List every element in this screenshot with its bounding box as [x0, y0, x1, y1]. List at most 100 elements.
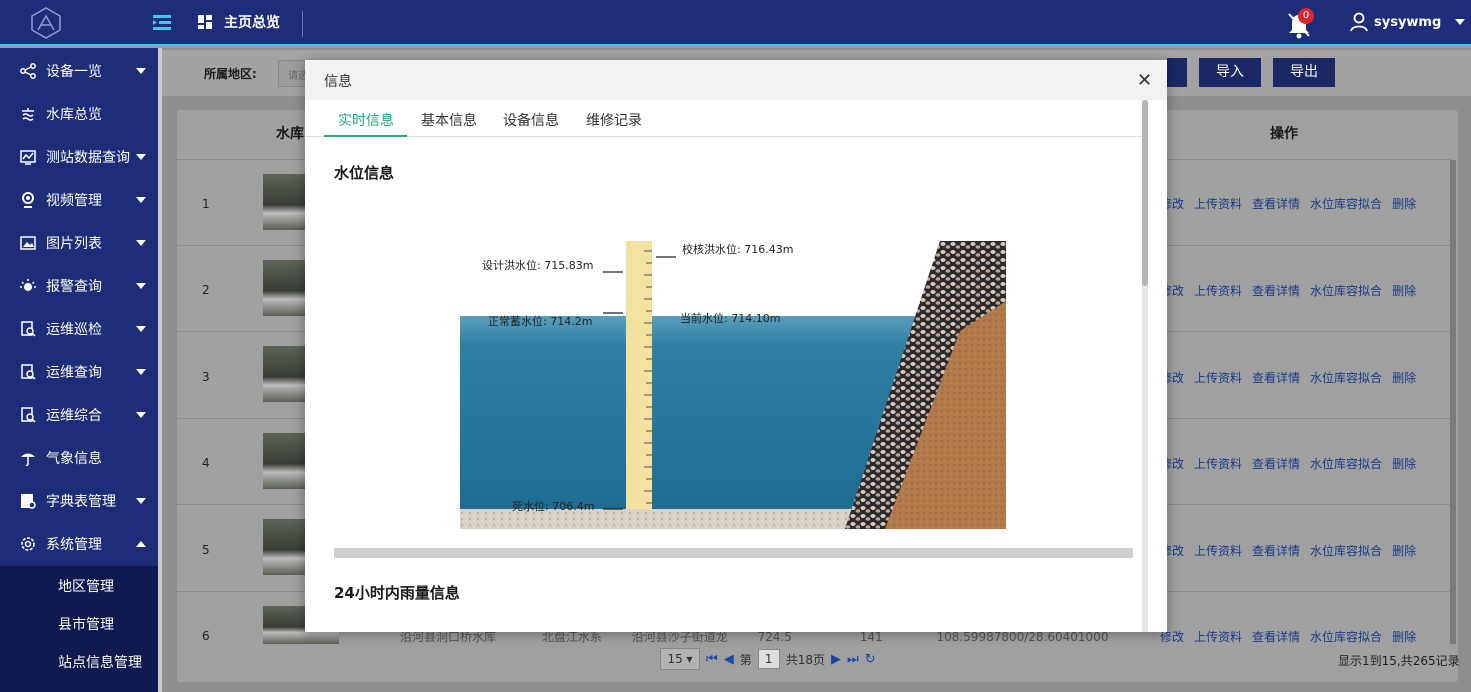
settings-icon [21, 536, 35, 551]
image-icon [20, 235, 36, 250]
region-label: 所属地区: [204, 67, 257, 81]
page-title[interactable]: 主页总览 [224, 12, 280, 32]
upload-link[interactable]: 上传资料 [1194, 197, 1242, 211]
sidebar-item-alarms[interactable]: 报警查询 [0, 264, 158, 307]
delete-link[interactable]: 删除 [1392, 371, 1416, 385]
fit-link[interactable]: 水位库容拟合 [1310, 371, 1382, 385]
pagination: 15 ▾ ⏮ ◀ 第 1 共18页 ▶ ⏭ ↻ [660, 648, 876, 670]
delete-link[interactable]: 删除 [1392, 457, 1416, 471]
close-icon[interactable]: ✕ [1137, 70, 1152, 91]
import-button[interactable]: 导入 [1199, 58, 1261, 87]
sidebar-item-label: 运维综合 [46, 407, 102, 424]
detail-link[interactable]: 查看详情 [1252, 371, 1300, 385]
delete-link[interactable]: 删除 [1392, 544, 1416, 558]
current-water-level: 当前水位: 714.10m [680, 312, 781, 325]
modal-scrollbar-thumb[interactable] [1142, 100, 1148, 286]
delete-link[interactable]: 删除 [1392, 197, 1416, 211]
sidebar-item-system[interactable]: 系统管理 [0, 522, 158, 565]
last-page-icon[interactable]: ⏭ [847, 652, 859, 667]
detail-link[interactable]: 查看详情 [1252, 457, 1300, 471]
delete-link[interactable]: 删除 [1392, 284, 1416, 298]
menu-toggle-icon[interactable] [152, 13, 172, 31]
tab-maintenance[interactable]: 维修记录 [586, 110, 642, 130]
location: 沿河县沙子街道龙 [631, 630, 728, 644]
upload-link[interactable]: 上传资料 [1194, 284, 1242, 298]
row-actions: 修改 上传资料 查看详情 水位库容拟合 删除 [1160, 282, 1426, 299]
prev-page-icon[interactable]: ◀ [724, 652, 734, 667]
rainfall-heading: 24小时内雨量信息 [334, 584, 460, 602]
top-bar: 主页总览 0 sysywmg [0, 0, 1471, 46]
next-page-icon[interactable]: ▶ [831, 652, 841, 667]
logo-icon[interactable] [28, 6, 64, 40]
sidebar-item-label: 字典表管理 [46, 493, 116, 510]
horizontal-scrollbar[interactable] [334, 548, 1133, 558]
sidebar-item-label: 测站数据查询 [46, 149, 130, 166]
reservoir-name: 沿河县洞口桥水库 [400, 630, 497, 644]
sidebar-item-ops-query[interactable]: 运维查询 [0, 350, 158, 393]
upload-link[interactable]: 上传资料 [1194, 630, 1242, 644]
fit-link[interactable]: 水位库容拟合 [1310, 457, 1382, 471]
sidebar-item-station-data[interactable]: 测站数据查询 [0, 135, 158, 178]
modal-header: 信息 ✕ [305, 60, 1167, 100]
first-page-icon[interactable]: ⏮ [706, 652, 718, 667]
delete-link[interactable]: 删除 [1392, 630, 1416, 644]
tab-basic[interactable]: 基本信息 [421, 110, 477, 130]
design-flood-level: 设计洪水位: 715.83m [482, 259, 594, 272]
sidebar-item-images[interactable]: 图片列表 [0, 221, 158, 264]
chevron-down-icon [136, 411, 146, 418]
edit-link[interactable]: 修改 [1160, 630, 1184, 644]
chevron-down-icon [136, 239, 146, 246]
detail-link[interactable]: 查看详情 [1252, 284, 1300, 298]
chevron-down-icon [136, 282, 146, 289]
sidebar-subitem-county[interactable]: 县市管理 [0, 604, 158, 642]
region-select[interactable]: 请选择 [278, 60, 306, 87]
upload-link[interactable]: 上传资料 [1194, 544, 1242, 558]
alarm-icon [20, 278, 36, 291]
sidebar-item-reservoirs[interactable]: 水库总览 [0, 92, 158, 135]
page-size-select[interactable]: 15 ▾ [660, 648, 700, 670]
user-menu[interactable]: sysywmg [1350, 12, 1466, 32]
sidebar-item-ops-general[interactable]: 运维综合 [0, 393, 158, 436]
page-input[interactable]: 1 [757, 649, 780, 669]
upload-link[interactable]: 上传资料 [1194, 371, 1242, 385]
fit-link[interactable]: 水位库容拟合 [1310, 284, 1382, 298]
chevron-up-icon [136, 540, 146, 547]
dashboard-icon [198, 15, 212, 29]
sidebar-item-dictionary[interactable]: 字典表管理 [0, 479, 158, 522]
coordinates: 108.59987800/28.60401000 [936, 630, 1109, 644]
sidebar-item-video[interactable]: 视频管理 [0, 178, 158, 221]
upload-link[interactable]: 上传资料 [1194, 457, 1242, 471]
fit-link[interactable]: 水位库容拟合 [1310, 197, 1382, 211]
table-scrollbar[interactable] [1450, 160, 1456, 644]
export-button[interactable]: 导出 [1273, 58, 1335, 87]
sidebar-item-label: 系统管理 [46, 536, 102, 553]
sidebar-subitem-station[interactable]: 站点信息管理 [0, 642, 158, 692]
sidebar-item-devices[interactable]: 设备一览 [0, 49, 158, 92]
fit-link[interactable]: 水位库容拟合 [1310, 630, 1382, 644]
tab-device[interactable]: 设备信息 [503, 110, 559, 130]
search-button[interactable] [1167, 58, 1187, 87]
river-system: 北盘江水系 [541, 630, 602, 644]
sidebar-item-weather[interactable]: 气象信息 [0, 436, 158, 479]
notification-badge: 0 [1298, 8, 1314, 24]
fit-link[interactable]: 水位库容拟合 [1310, 544, 1382, 558]
page-prefix: 第 [739, 652, 752, 667]
chart-icon [20, 149, 36, 165]
row-number: 4 [202, 456, 210, 470]
tab-realtime[interactable]: 实时信息 [338, 110, 394, 130]
sidebar-item-label: 运维查询 [46, 364, 102, 381]
modal-scrollbar[interactable] [1142, 100, 1148, 632]
info-modal: 信息 ✕ 实时信息 基本信息 设备信息 维修记录 水位信息 校核洪水位: 716… [305, 60, 1167, 632]
sidebar-item-label: 图片列表 [46, 235, 102, 252]
refresh-icon[interactable]: ↻ [865, 652, 876, 667]
sidebar-item-label: 设备一览 [46, 63, 102, 80]
chevron-down-icon [136, 368, 146, 375]
detail-link[interactable]: 查看详情 [1252, 630, 1300, 644]
sidebar-item-inspection[interactable]: 运维巡检 [0, 307, 158, 350]
sidebar-subitem-label: 县市管理 [58, 617, 114, 633]
sidebar-subitem-region[interactable]: 地区管理 [0, 566, 158, 604]
detail-link[interactable]: 查看详情 [1252, 197, 1300, 211]
detail-link[interactable]: 查看详情 [1252, 544, 1300, 558]
inspect-icon [21, 363, 36, 380]
value-1: 724.5 [757, 630, 792, 644]
